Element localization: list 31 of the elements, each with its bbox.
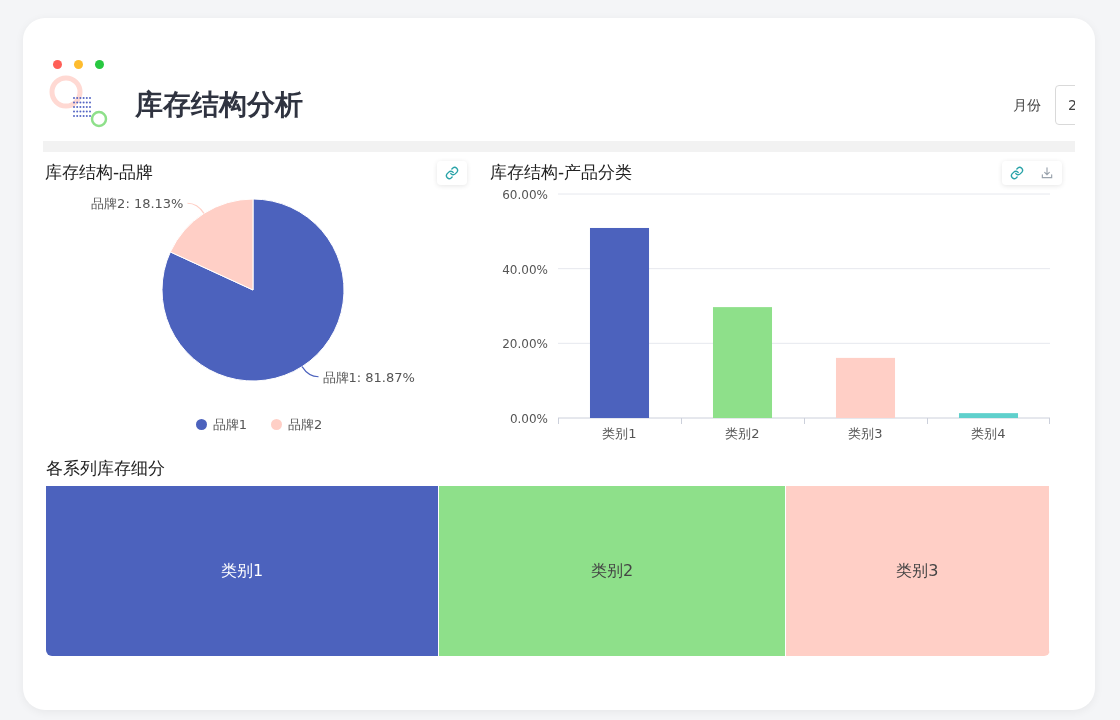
- block-label: 类别2: [590, 560, 634, 582]
- bar: [836, 357, 895, 418]
- link-icon[interactable]: [445, 166, 459, 180]
- page-title: 库存结构分析: [135, 87, 303, 123]
- leader-line: [301, 366, 320, 378]
- x-tick-label: 类别1: [602, 425, 637, 443]
- slice-label: 品牌2: 18.13%: [91, 195, 184, 214]
- legend-label[interactable]: 品牌1: [212, 415, 247, 435]
- treemap-block[interactable]: 类别3: [785, 486, 1050, 656]
- panel-title: 库存结构-品牌: [44, 161, 154, 185]
- x-tick-label: 类别2: [725, 425, 760, 443]
- leader-line: [186, 202, 205, 214]
- block-label: 类别1: [221, 560, 264, 582]
- block-label: 类别3: [896, 560, 939, 582]
- download-icon[interactable]: [1040, 166, 1054, 180]
- y-tick-label: 0.00%: [509, 411, 548, 428]
- bar: [959, 413, 1018, 418]
- treemap-block[interactable]: 类别1: [46, 486, 440, 656]
- x-tick-label: 类别4: [971, 425, 1006, 443]
- legend-label[interactable]: 品牌2: [288, 415, 323, 435]
- panel-title: 各系列库存细分: [46, 457, 166, 480]
- month-select[interactable]: 2: [1055, 85, 1075, 125]
- slice-label: 品牌1: 81.87%: [322, 368, 415, 387]
- y-tick-label: 40.00%: [502, 261, 548, 279]
- month-label: 月份: [1013, 95, 1041, 115]
- y-tick-label: 60.00%: [502, 187, 548, 204]
- link-icon[interactable]: [1010, 166, 1024, 180]
- y-tick-label: 20.00%: [502, 336, 548, 354]
- x-tick-label: 类别3: [848, 425, 883, 443]
- treemap-block[interactable]: 类别2: [439, 486, 786, 656]
- panel-title: 库存结构-产品分类: [490, 161, 633, 185]
